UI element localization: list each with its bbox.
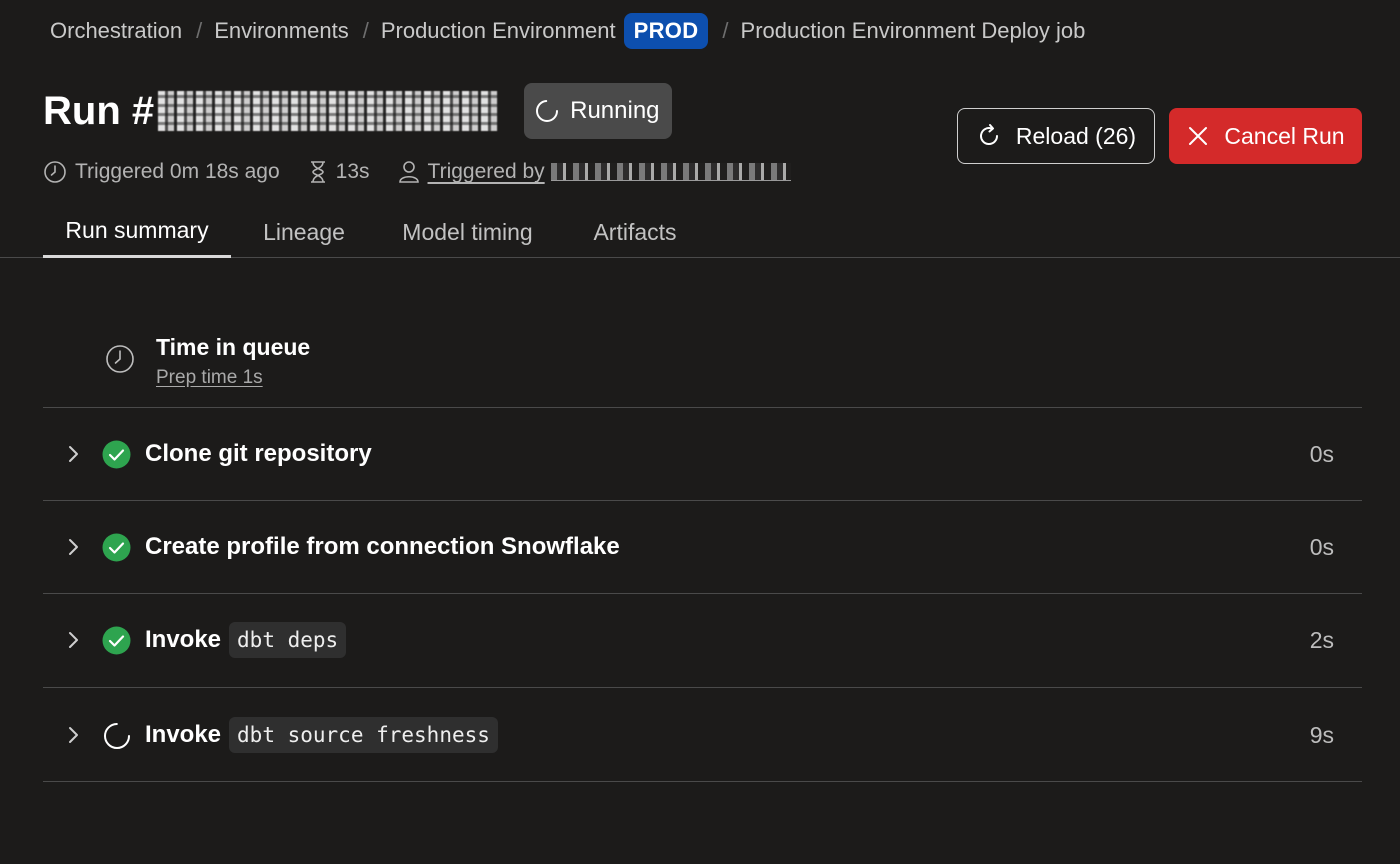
env-badge: PROD [623,13,709,49]
breadcrumb-separator: / [362,18,369,43]
clock-icon [44,161,66,183]
cancel-run-button[interactable]: Cancel Run [1169,108,1362,164]
breadcrumb-environments[interactable]: Environments [214,18,349,44]
spinner-icon [104,723,130,749]
triggered-ago-text: Triggered 0m 18s ago [75,160,280,183]
step-row-clone-git[interactable]: Clone git repository 0s [43,408,1362,501]
prep-time-link[interactable]: Prep time 1s [156,367,263,389]
step-label: Invoke dbt source freshness [145,689,498,781]
success-check-icon [102,440,131,469]
chevron-right-icon [69,632,78,648]
refresh-icon [979,124,998,145]
step-row-dbt-source-freshness[interactable]: Invoke dbt source freshness 9s [43,689,1362,782]
triggered-by: Triggered by [398,160,791,184]
queue-section: Time in queue Prep time 1s [43,320,1362,408]
chevron-right-icon [69,727,78,743]
breadcrumb-deploy-job[interactable]: Production Environment Deploy job [741,18,1086,44]
run-title-prefix: Run # [43,88,155,133]
run-page: Orchestration / Environments / Productio… [0,0,1400,864]
step-command-code: dbt source freshness [229,717,498,753]
step-duration: 0s [1309,533,1334,560]
duration-text: 13s [335,160,370,183]
breadcrumb: Orchestration / Environments / Productio… [50,12,1085,50]
step-row-dbt-deps[interactable]: Invoke dbt deps 2s [43,594,1362,688]
run-meta: Triggered 0m 18s ago 13s Triggered by [43,156,819,188]
step-command-code: dbt deps [229,622,347,658]
redacted-run-id [158,91,499,131]
status-text: Running [570,97,660,124]
cancel-label: Cancel Run [1224,122,1345,149]
step-text: Invoke [145,721,222,748]
page-title: Run # [43,88,499,134]
breadcrumb-production-environment[interactable]: Production Environment [381,18,616,44]
tab-bar: Run summary Lineage Model timing Artifac… [0,206,1400,258]
tab-run-summary[interactable]: Run summary [43,206,231,258]
tab-artifacts[interactable]: Artifacts [572,206,698,258]
hourglass-icon [310,161,325,183]
redacted-user-name [550,163,791,181]
step-duration: 0s [1309,440,1334,467]
run-duration: 13s [308,160,370,184]
step-text: Clone git repository [145,440,372,467]
step-label: Invoke dbt deps [145,594,347,686]
step-label: Create profile from connection Snowflake [145,501,620,593]
step-text: Create profile from connection Snowflake [145,533,620,560]
step-label: Clone git repository [145,408,372,500]
success-check-icon [102,533,131,562]
chevron-right-icon [69,446,78,462]
tab-lineage[interactable]: Lineage [243,206,365,258]
step-row-create-profile[interactable]: Create profile from connection Snowflake… [43,501,1362,594]
close-icon [1189,127,1208,145]
triggered-by-link[interactable]: Triggered by [428,160,545,184]
user-icon [398,161,419,183]
queue-title: Time in queue [156,334,311,360]
triggered-time: Triggered 0m 18s ago [43,160,280,184]
reload-label: Reload (26) [1015,122,1137,149]
clock-icon [106,345,134,373]
breadcrumb-separator: / [196,18,203,43]
status-badge: Running [524,83,672,139]
breadcrumb-separator: / [722,18,729,43]
tab-model-timing[interactable]: Model timing [380,206,555,258]
reload-button[interactable]: Reload (26) [957,108,1155,164]
spinner-icon [536,100,559,122]
chevron-right-icon [69,539,78,555]
step-duration: 9s [1309,721,1334,748]
step-text: Invoke [145,626,222,653]
title-row: Run # Running [43,83,672,139]
breadcrumb-orchestration[interactable]: Orchestration [50,18,182,44]
step-duration: 2s [1309,626,1334,653]
success-check-icon [102,626,131,655]
